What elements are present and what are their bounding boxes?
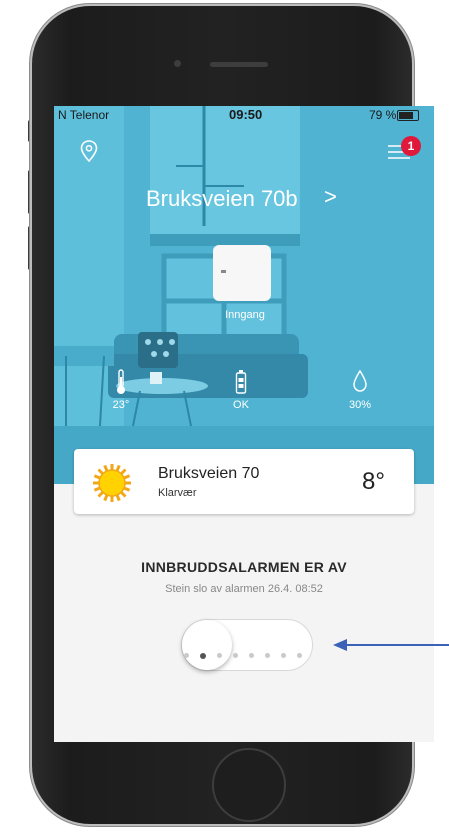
hero-panel: N Telenor 09:50 79 % 1 Bruksveien 70b > … — [54, 106, 434, 484]
battery-value: OK — [233, 399, 249, 411]
alarm-status-title: INNBRUDDSALARMEN ER AV — [141, 559, 347, 575]
battery-icon — [235, 370, 247, 394]
sensor-indicator — [221, 270, 226, 273]
water-drop-icon — [353, 369, 367, 392]
chevron-right-icon[interactable]: > — [324, 184, 337, 210]
notification-badge[interactable]: 1 — [401, 136, 421, 156]
weather-card[interactable]: Bruksveien 70 Klarvær 8° — [74, 449, 414, 514]
page-dot-active[interactable] — [200, 652, 206, 659]
location-pin-icon[interactable] — [80, 140, 98, 167]
weather-temperature: 8° — [362, 468, 385, 495]
address-title[interactable]: Bruksveien 70b — [146, 186, 298, 212]
annotation-arrow-icon — [333, 639, 449, 651]
page-dot[interactable] — [217, 653, 222, 658]
temperature-stat: 23° — [113, 369, 129, 411]
page-dot[interactable] — [233, 653, 238, 658]
page-indicator — [184, 652, 314, 661]
toggle-knob[interactable] — [182, 620, 232, 670]
page-dot[interactable] — [249, 653, 254, 658]
earpiece-speaker — [210, 62, 268, 67]
carrier-label: N Telenor — [58, 108, 110, 122]
battery-stat: OK — [233, 369, 249, 411]
alarm-toggle-switch[interactable] — [181, 619, 313, 671]
weather-condition: Klarvær — [158, 487, 197, 499]
temperature-value: 23° — [112, 399, 130, 411]
page-dot[interactable] — [265, 653, 270, 658]
front-camera — [174, 60, 181, 67]
page-dot[interactable] — [184, 653, 189, 658]
page-dot[interactable] — [281, 653, 286, 658]
battery-percent: 79 % — [369, 108, 397, 122]
alarm-status-subtitle: Stein slo av alarmen 26.4. 08:52 — [165, 583, 323, 595]
home-button[interactable] — [212, 748, 286, 822]
battery-status-icon — [397, 110, 419, 121]
thermometer-icon — [117, 369, 125, 394]
sensor-label: Inngang — [225, 309, 265, 321]
door-sensor-device[interactable] — [213, 245, 271, 301]
weather-location: Bruksveien 70 — [158, 465, 260, 482]
humidity-value: 30% — [348, 399, 372, 411]
sun-icon — [93, 464, 131, 502]
page-dot[interactable] — [297, 653, 302, 658]
humidity-stat: 30% — [349, 369, 371, 411]
status-bar: N Telenor 09:50 79 % — [54, 106, 434, 124]
clock: 09:50 — [229, 107, 263, 122]
